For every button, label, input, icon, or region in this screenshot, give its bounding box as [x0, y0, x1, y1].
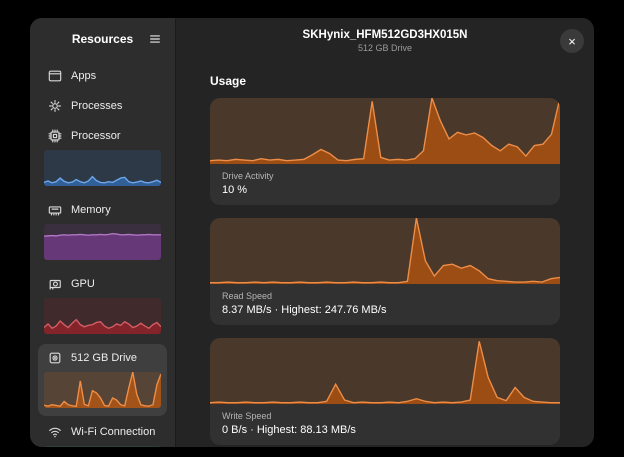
sidebar-item-processes[interactable]: Processes — [38, 92, 167, 120]
main-menu-button[interactable] — [143, 27, 167, 51]
sidebar-header: Resources — [30, 18, 175, 60]
drive-activity-value: 10 % — [222, 184, 548, 196]
write-speed-chart — [210, 338, 560, 404]
sidebar-item-label: Memory — [71, 204, 111, 216]
device-subtitle: 512 GB Drive — [358, 43, 412, 53]
write-speed-label: Write Speed — [222, 411, 548, 421]
write-speed-card: Write Speed 0 B/s · Highest: 88.13 MB/s — [210, 338, 560, 445]
usage-section-title: Usage — [210, 74, 560, 88]
sidebar-item-label: GPU — [71, 278, 95, 290]
processes-icon — [48, 99, 62, 113]
sidebar-item-label: 512 GB Drive — [71, 352, 137, 364]
apps-icon — [48, 69, 62, 83]
sidebar-item-processor[interactable]: Processor — [38, 122, 167, 194]
close-button[interactable]: × — [560, 29, 584, 53]
main-content: SKHynix_HFM512GD3HX015N 512 GB Drive × U… — [176, 18, 594, 447]
close-icon: × — [568, 35, 576, 48]
processor-icon — [48, 129, 62, 143]
read-speed-label: Read Speed — [222, 291, 548, 301]
usage-scroll-area[interactable]: Usage Drive Activity 10 % Read Speed 8.3… — [176, 64, 594, 447]
sidebar: Resources Apps Processes — [30, 18, 176, 447]
sidebar-item-label: Processes — [71, 100, 122, 112]
hamburger-menu-icon — [148, 32, 162, 46]
sidebar-item-label: Processor — [71, 130, 121, 142]
sidebar-item-wifi[interactable]: Wi-Fi Connection — [38, 418, 167, 447]
wifi-mini-chart — [44, 446, 161, 447]
gpu-icon — [48, 277, 62, 291]
read-speed-card: Read Speed 8.37 MB/s · Highest: 247.76 M… — [210, 218, 560, 325]
drive-activity-label: Drive Activity — [222, 171, 548, 181]
sidebar-item-memory[interactable]: Memory — [38, 196, 167, 268]
processor-mini-chart — [44, 150, 161, 186]
write-speed-value: 0 B/s · Highest: 88.13 MB/s — [222, 424, 548, 436]
sidebar-item-label: Apps — [71, 70, 96, 82]
sidebar-item-drive[interactable]: 512 GB Drive — [38, 344, 167, 416]
drive-mini-chart — [44, 372, 161, 408]
drive-activity-chart — [210, 98, 560, 164]
drive-icon — [48, 351, 62, 365]
memory-mini-chart — [44, 224, 161, 260]
sidebar-item-apps[interactable]: Apps — [38, 62, 167, 90]
read-speed-chart — [210, 218, 560, 284]
drive-activity-card: Drive Activity 10 % — [210, 98, 560, 205]
resources-window: Resources Apps Processes — [30, 18, 594, 447]
device-title: SKHynix_HFM512GD3HX015N — [303, 29, 468, 41]
read-speed-value: 8.37 MB/s · Highest: 247.76 MB/s — [222, 304, 548, 316]
main-header: SKHynix_HFM512GD3HX015N 512 GB Drive × — [176, 18, 594, 64]
gpu-mini-chart — [44, 298, 161, 334]
app-title: Resources — [72, 32, 133, 46]
sidebar-item-label: Wi-Fi Connection — [71, 426, 155, 438]
memory-icon — [48, 203, 62, 217]
sidebar-item-gpu[interactable]: GPU — [38, 270, 167, 342]
sidebar-list: Apps Processes Processor Memo — [30, 60, 175, 447]
wifi-icon — [48, 425, 62, 439]
